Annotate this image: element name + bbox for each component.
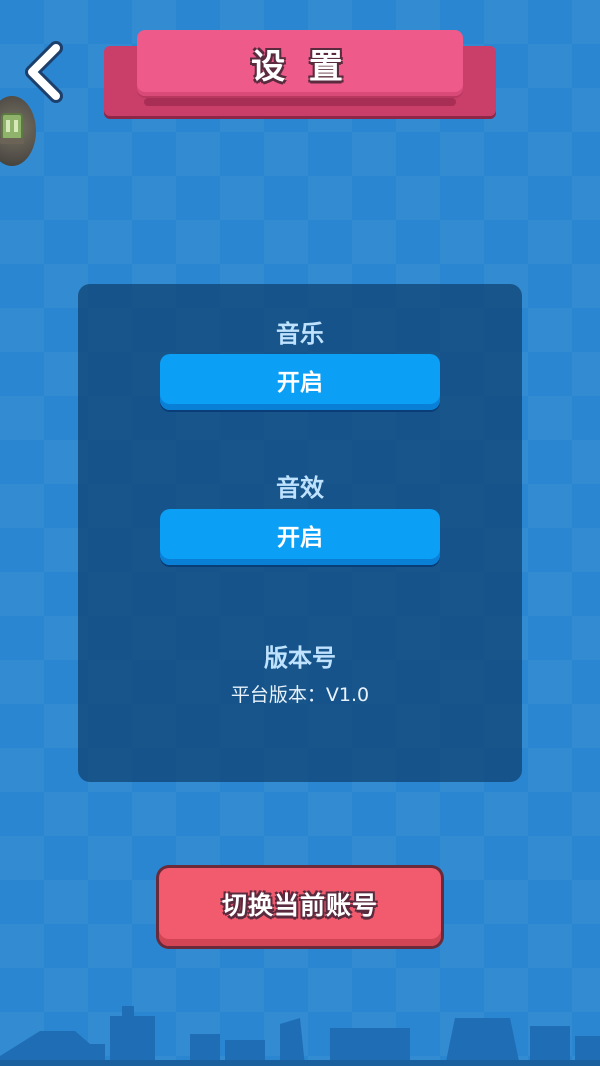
back-button[interactable] <box>18 40 70 104</box>
page-title: 设 置 <box>251 46 349 87</box>
title-banner-groove <box>144 98 456 106</box>
avatar-icon <box>0 113 24 144</box>
version-value: 平台版本：V1.0 <box>230 684 370 706</box>
city-skyline-decoration <box>0 1006 600 1066</box>
chevron-left-icon <box>25 41 63 103</box>
title-banner-face: 设 置 <box>137 30 463 96</box>
switch-account-label: 切换当前账号 <box>221 891 378 920</box>
sound-effects-label: 音效 <box>276 474 324 502</box>
music-toggle-button[interactable]: 开启 <box>160 354 440 410</box>
settings-panel: 音乐 开启 音效 开启 版本号 平台版本：V1.0 <box>78 284 522 782</box>
sound-effects-toggle-button[interactable]: 开启 <box>160 509 440 565</box>
switch-account-button[interactable]: 切换当前账号 <box>159 868 441 946</box>
version-label: 版本号 <box>264 644 336 672</box>
title-banner: 设 置 <box>104 30 496 116</box>
music-label: 音乐 <box>276 320 324 348</box>
avatar[interactable] <box>0 96 36 166</box>
